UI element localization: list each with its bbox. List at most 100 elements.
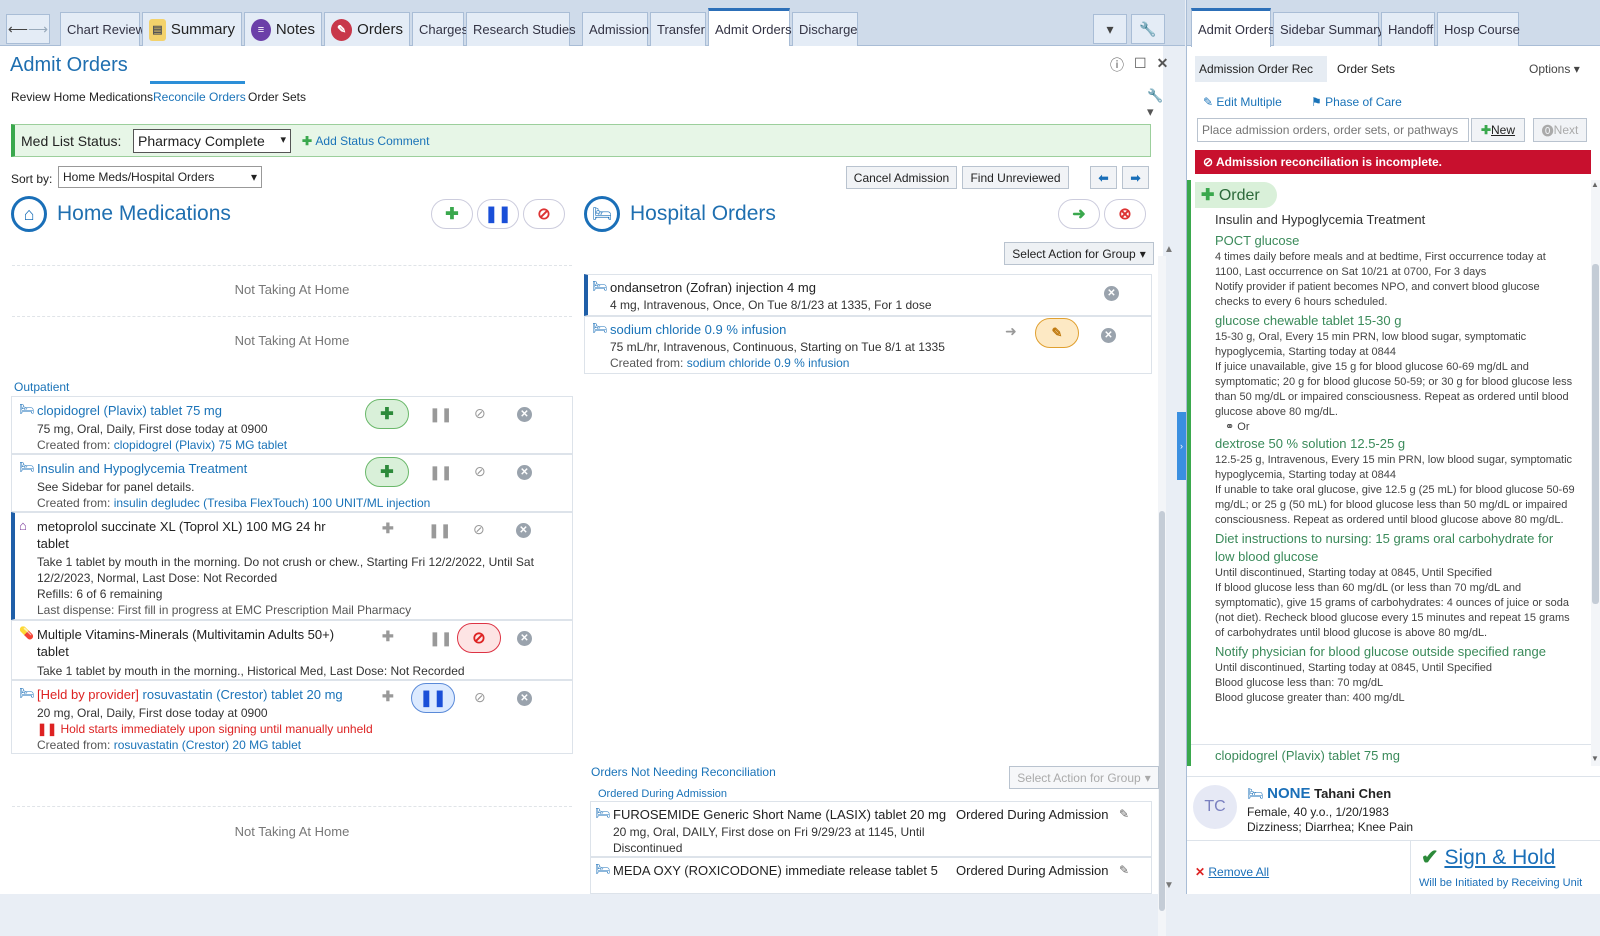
hold-button[interactable]: ❚❚ — [429, 406, 452, 423]
discontinue-button[interactable]: ⊘ — [473, 521, 485, 538]
created-from-link[interactable]: sodium chloride 0.9 % infusion — [687, 356, 850, 370]
discontinue-button[interactable]: ⊘ — [457, 623, 501, 653]
continue-button[interactable]: ✚ — [365, 457, 409, 487]
order-item[interactable]: POCT glucose 4 times daily before meals a… — [1215, 232, 1575, 310]
hold-button[interactable]: ❚❚ — [429, 464, 452, 481]
back-forward-nav[interactable]: ⟵ ⟶ — [6, 14, 50, 44]
tab-overflow-dropdown[interactable]: ▾ — [1093, 14, 1127, 44]
order-item[interactable]: Diet instructions to nursing: 15 grams o… — [1215, 530, 1575, 641]
created-from-link[interactable]: insulin degludec (Tresiba FlexTouch) 100… — [114, 496, 431, 510]
tab-research-studies[interactable]: Research Studies — [466, 12, 576, 46]
home-med-name[interactable]: Multiple Vitamins-Minerals (Multivitamin… — [37, 626, 367, 660]
move-all-button[interactable]: ➜ — [1058, 199, 1100, 229]
pencil-icon[interactable]: ✎ — [1119, 807, 1129, 821]
home-med-name[interactable]: [Held by provider] rosuvastatin (Crestor… — [37, 686, 343, 703]
sign-and-hold-button[interactable]: ✔ Sign & Hold Will be Initiated by Recei… — [1411, 840, 1600, 894]
remove-button[interactable]: ✕ — [517, 690, 532, 706]
sidebar-tab-admit-orders[interactable]: Admit Orders — [1191, 8, 1275, 47]
continue-all-button[interactable]: ✚ — [431, 199, 473, 229]
tab-admit-orders[interactable]: Admit Orders — [708, 8, 792, 47]
scroll-up-icon[interactable]: ▲ — [1591, 180, 1599, 189]
wrench-dropdown-icon[interactable]: 🔧▾ — [1147, 88, 1163, 120]
tab-summary[interactable]: ▤ Summary — [142, 12, 242, 46]
hold-button[interactable]: ❚❚ — [428, 522, 451, 539]
continue-button[interactable]: ✚ — [382, 628, 394, 645]
pencil-icon[interactable]: ✎ — [1119, 863, 1129, 877]
move-arrow-button[interactable]: ➜ — [1005, 323, 1017, 340]
home-med-name[interactable]: clopidogrel (Plavix) tablet 75 mg — [37, 402, 222, 419]
continue-button[interactable]: ✚ — [382, 688, 394, 705]
remove-button[interactable]: ✕ — [517, 630, 532, 646]
remove-all-link[interactable]: ✕ Remove All — [1195, 865, 1269, 879]
close-icon[interactable]: ✕ — [1157, 55, 1169, 75]
discontinue-all-button[interactable]: ⊘ — [523, 199, 565, 229]
admission-order-name[interactable]: MEDA OXY (ROXICODONE) immediate release … — [613, 862, 938, 879]
scroll-up-icon[interactable]: ▲ — [1164, 244, 1174, 255]
select-action-group-dropdown[interactable]: Select Action for Group ▾ — [1004, 242, 1154, 265]
subtab-order-sets[interactable]: Order Sets — [248, 90, 306, 104]
scroll-down-icon[interactable]: ▼ — [1164, 880, 1174, 891]
scrollbar-thumb[interactable] — [1159, 511, 1165, 911]
remove-button[interactable]: ✕ — [516, 522, 531, 538]
forward-arrow-icon[interactable]: ⟶ — [28, 21, 48, 38]
subtab-admission-order-rec[interactable]: Admission Order Rec — [1195, 56, 1327, 82]
subtab-review-home-meds[interactable]: Review Home Medications — [11, 90, 153, 104]
tab-chart-review[interactable]: Chart Review — [60, 12, 145, 46]
hospital-order-name[interactable]: sodium chloride 0.9 % infusion — [610, 321, 786, 338]
order-item[interactable]: glucose chewable tablet 15-30 g 15-30 g, … — [1215, 312, 1575, 420]
hold-button[interactable]: ❚❚ — [429, 630, 452, 647]
remove-button[interactable]: ✕ — [517, 464, 532, 480]
continue-button[interactable]: ✚ — [382, 520, 394, 537]
find-unreviewed-button[interactable]: Find Unreviewed — [962, 166, 1069, 189]
order-item[interactable]: dextrose 50 % solution 12.5-25 g 12.5-25 … — [1215, 435, 1575, 528]
sort-select[interactable]: Home Meds/Hospital Orders ▾ — [58, 166, 262, 188]
sidebar-tab-handoff[interactable]: Handoff — [1381, 12, 1435, 46]
sidebar-tab-summary[interactable]: Sidebar Summary — [1273, 12, 1384, 46]
order-item[interactable]: clopidogrel (Plavix) tablet 75 mg — [1191, 744, 1591, 766]
home-med-name[interactable]: metoprolol succinate XL (Toprol XL) 100 … — [37, 518, 337, 552]
remove-button[interactable]: ✕ — [1104, 285, 1119, 301]
hold-all-button[interactable]: ❚❚ — [477, 199, 519, 229]
home-med-name[interactable]: Insulin and Hypoglycemia Treatment — [37, 460, 247, 477]
hold-button[interactable]: ❚❚ — [411, 683, 455, 713]
med-list-status-select[interactable]: Pharmacy Complete ▾ — [133, 129, 291, 153]
remove-button[interactable]: ✕ — [517, 406, 532, 422]
hospital-order-name[interactable]: ondansetron (Zofran) injection 4 mg — [610, 279, 816, 296]
help-icon[interactable]: ⓘ — [1110, 55, 1124, 75]
subtab-reconcile-orders[interactable]: Reconcile Orders — [153, 90, 246, 104]
sidebar-collapse-handle[interactable]: › — [1177, 412, 1186, 480]
tab-charges[interactable]: Charges — [412, 12, 468, 46]
continue-button[interactable]: ✚ — [365, 399, 409, 429]
scroll-down-icon[interactable]: ▼ — [1591, 754, 1599, 763]
tab-admission[interactable]: Admission — [582, 12, 649, 46]
hospital-scrollbar-track[interactable] — [1158, 256, 1166, 936]
discontinue-button[interactable]: ⊘ — [474, 463, 486, 480]
next-arrow-button[interactable]: ➡ — [1122, 166, 1149, 189]
remove-button[interactable]: ✕ — [1101, 327, 1116, 343]
remove-all-hospital-button[interactable]: ⊗ — [1104, 199, 1146, 229]
order-item[interactable]: Notify physician for blood glucose outsi… — [1215, 643, 1575, 706]
discontinue-button[interactable]: ⊘ — [474, 405, 486, 422]
back-arrow-icon[interactable]: ⟵ — [8, 21, 28, 38]
tab-settings-button[interactable]: 🔧 — [1131, 14, 1165, 44]
tab-orders[interactable]: ✎ Orders — [324, 12, 410, 46]
order-list-scrollbar[interactable]: ▲ ▼ — [1591, 180, 1600, 766]
tab-notes[interactable]: ≡ Notes — [244, 12, 322, 46]
scrollbar-thumb[interactable] — [1592, 264, 1599, 604]
add-status-comment-link[interactable]: ✚ Add Status Comment — [302, 134, 429, 148]
admission-order-name[interactable]: FUROSEMIDE Generic Short Name (LASIX) ta… — [613, 806, 946, 823]
edit-multiple-link[interactable]: ✎ Edit Multiple — [1203, 95, 1282, 109]
sidebar-tab-hosp-course[interactable]: Hosp Course — [1437, 12, 1520, 46]
new-order-button[interactable]: ✚ New — [1471, 118, 1525, 142]
maximize-icon[interactable]: ☐ — [1134, 55, 1147, 75]
previous-arrow-button[interactable]: ⬅ — [1090, 166, 1117, 189]
subtab-order-sets[interactable]: Order Sets — [1337, 62, 1395, 76]
options-menu[interactable]: Options ▾ — [1529, 62, 1580, 76]
tab-transfer[interactable]: Transfer — [650, 12, 706, 46]
tab-discharge[interactable]: Discharge — [792, 12, 858, 46]
order-search-input[interactable] — [1197, 118, 1469, 142]
modify-button[interactable]: ✎ — [1035, 318, 1079, 348]
phase-of-care-link[interactable]: ⚑ Phase of Care — [1311, 95, 1402, 109]
cancel-admission-button[interactable]: Cancel Admission — [846, 166, 957, 189]
created-from-link[interactable]: clopidogrel (Plavix) 75 MG tablet — [114, 438, 287, 452]
